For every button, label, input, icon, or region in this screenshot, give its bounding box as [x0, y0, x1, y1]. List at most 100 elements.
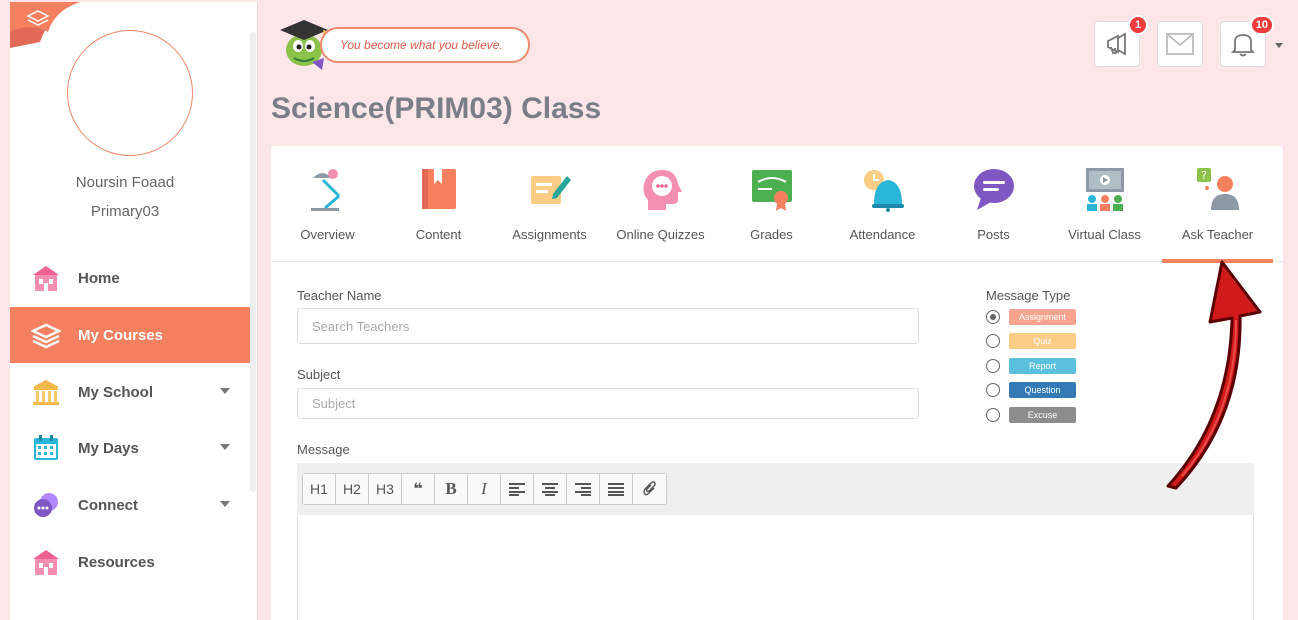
sidebar-item-label: My School: [78, 383, 154, 401]
messages-button[interactable]: [1157, 21, 1203, 67]
avatar[interactable]: [67, 30, 193, 156]
envelope-icon: [1166, 33, 1194, 55]
align-center-button[interactable]: [534, 474, 567, 504]
book-icon: [422, 169, 456, 209]
notifications-button[interactable]: 10: [1220, 15, 1274, 67]
course-card: Overview Content Assignments Online Quiz…: [271, 146, 1283, 620]
h2-button[interactable]: H2: [336, 474, 369, 504]
user-name: Noursin Foaad: [75, 174, 175, 191]
announcements-button[interactable]: 1: [1094, 15, 1148, 67]
sidebar-item-connect[interactable]: Connect: [10, 477, 250, 533]
align-right-button[interactable]: [567, 474, 600, 504]
user-class: Primary03: [90, 203, 160, 220]
sidebar-item-label: Resources: [78, 553, 155, 571]
sidebar-item-my-courses[interactable]: My Courses: [10, 307, 250, 363]
h3-button[interactable]: H3: [369, 474, 402, 504]
video-class-icon: [1086, 168, 1124, 211]
sidebar: Noursin Foaad Primary03 Home My Courses …: [10, 2, 258, 620]
sidebar-item-home[interactable]: Home: [10, 250, 250, 306]
notifications-badge: 10: [1249, 15, 1274, 35]
message-type-label: Message Type: [986, 288, 1071, 303]
tab-label: Online Quizzes: [616, 227, 705, 242]
align-right-icon: [575, 483, 591, 496]
pen-paper-icon: [531, 176, 571, 204]
tab-grades[interactable]: Grades: [716, 146, 827, 262]
justify-button[interactable]: [600, 474, 633, 504]
clock-bell-icon: [864, 170, 904, 212]
tab-label: Content: [415, 227, 462, 242]
subject-input[interactable]: [297, 388, 919, 419]
tab-label: Overview: [300, 227, 355, 242]
sidebar-item-my-days[interactable]: My Days: [10, 420, 250, 476]
radio-button[interactable]: [986, 408, 1000, 422]
align-justify-icon: [608, 483, 624, 496]
bell-icon: [1231, 34, 1255, 57]
bold-button[interactable]: B: [435, 474, 468, 504]
align-left-button[interactable]: [501, 474, 534, 504]
logo-corner-icon[interactable]: [10, 2, 80, 48]
radio-button[interactable]: [986, 310, 1000, 324]
message-type-option-question[interactable]: Question: [986, 380, 1076, 400]
tab-content[interactable]: Content: [383, 146, 494, 262]
attach-button[interactable]: [633, 474, 666, 504]
radio-button[interactable]: [986, 334, 1000, 348]
question-person-icon: ?: [1197, 168, 1239, 210]
school-house-icon: [30, 262, 62, 294]
chevron-down-icon[interactable]: [220, 388, 230, 394]
sidebar-scrollbar[interactable]: [250, 32, 256, 492]
type-pill: Question: [1009, 382, 1076, 398]
certificate-icon: [752, 170, 792, 211]
tab-posts[interactable]: Posts: [938, 146, 1049, 262]
sidebar-item-label: Connect: [78, 496, 138, 514]
chevron-down-icon[interactable]: [1275, 43, 1283, 48]
chevron-down-icon[interactable]: [220, 444, 230, 450]
tab-virtual-class[interactable]: Virtual Class: [1049, 146, 1160, 262]
tab-online-quizzes[interactable]: Online Quizzes: [605, 146, 716, 262]
message-type-option-report[interactable]: Report: [986, 356, 1076, 376]
sidebar-item-resources[interactable]: Resources: [10, 534, 250, 590]
align-left-icon: [509, 483, 525, 496]
type-pill: Assignment: [1009, 309, 1076, 325]
radio-button[interactable]: [986, 359, 1000, 373]
message-type-option-assignment[interactable]: Assignment: [986, 307, 1076, 327]
speech-bubble-icon: [974, 169, 1014, 210]
svg-text:?: ?: [1201, 169, 1207, 182]
message-type-option-quiz[interactable]: Quiz: [986, 331, 1076, 351]
tab-assignments[interactable]: Assignments: [494, 146, 605, 262]
page-title: Science(PRIM03) Class: [271, 92, 602, 125]
message-editor[interactable]: [297, 515, 1254, 620]
tab-label: Assignments: [512, 227, 587, 242]
teacher-name-label: Teacher Name: [297, 288, 382, 303]
type-pill: Report: [1009, 358, 1076, 374]
tab-attendance[interactable]: Attendance: [827, 146, 938, 262]
tab-label: Virtual Class: [1068, 227, 1141, 242]
subject-label: Subject: [297, 367, 341, 382]
align-center-icon: [542, 483, 558, 496]
teacher-search-input[interactable]: [297, 308, 919, 344]
toolbar-button-group: H1 H2 H3 ❝ B I: [302, 473, 667, 505]
tab-overview[interactable]: Overview: [272, 146, 383, 262]
sidebar-item-label: My Courses: [78, 326, 164, 344]
italic-button[interactable]: I: [468, 474, 501, 504]
chevron-down-icon[interactable]: [220, 501, 230, 507]
h1-button[interactable]: H1: [303, 474, 336, 504]
blockquote-button[interactable]: ❝: [402, 474, 435, 504]
chat-bubbles-icon: [30, 489, 62, 521]
tab-label: Posts: [977, 227, 1010, 242]
radio-button[interactable]: [986, 383, 1000, 397]
message-label: Message: [297, 442, 350, 457]
megaphone-icon: [1107, 32, 1126, 56]
tab-ask-teacher[interactable]: ? Ask Teacher: [1162, 146, 1273, 263]
calendar-icon: [30, 432, 62, 464]
announcements-badge: 1: [1128, 15, 1148, 35]
sidebar-item-my-school[interactable]: My School: [10, 364, 250, 420]
sidebar-item-label: Home: [78, 269, 120, 287]
red-pointer-arrow-icon: [1166, 260, 1262, 490]
head-chat-icon: [643, 170, 682, 210]
message-type-option-excuse[interactable]: Excuse: [986, 405, 1076, 425]
type-pill: Excuse: [1009, 407, 1076, 423]
layers-icon: [30, 319, 62, 351]
course-tabs: Overview Content Assignments Online Quiz…: [271, 146, 1283, 263]
paperclip-icon: [642, 481, 656, 496]
sidebar-item-label: My Days: [78, 439, 139, 457]
